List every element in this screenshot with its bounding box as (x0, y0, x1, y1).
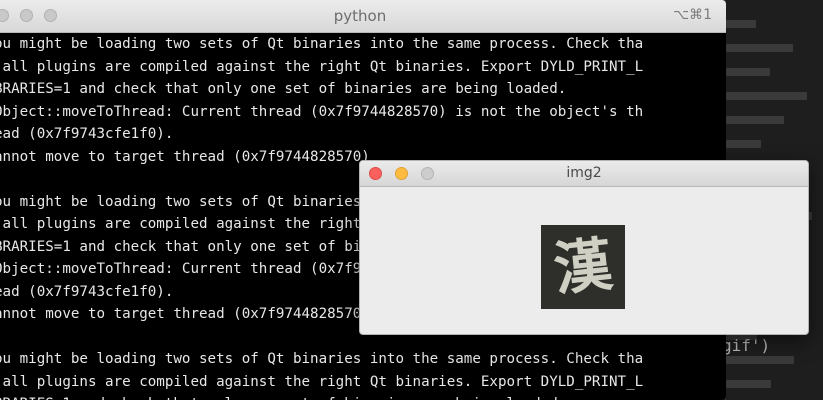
editor-line (726, 116, 784, 124)
terminal-line: ead (0x7f9743cfe1f0). (0, 126, 174, 142)
terminal-line: annot move to target thread (0x7f9744828… (0, 148, 370, 165)
terminal-line: BRARIES=1 and check that only one set of… (0, 396, 566, 400)
terminal-shortcut: ⌥⌘1 (672, 7, 712, 23)
editor-line (726, 356, 794, 364)
image-window-title: img2 (566, 165, 602, 181)
terminal-line: ead (0x7f9743cfe1f0). (0, 283, 174, 300)
background-code-text: gif') (722, 336, 771, 355)
editor-line (726, 140, 761, 148)
terminal-line: ou might be loading two sets of Qt binar… (0, 351, 644, 367)
editor-line (726, 44, 793, 52)
terminal-line: all plugins are compiled against the rig… (0, 373, 644, 390)
terminal-line: BRARIES=1 and check that only one set of… (0, 81, 567, 97)
editor-line (726, 68, 770, 76)
terminal-title: python (333, 7, 387, 25)
terminal-line: Object::moveToThread: Current thread (0x… (0, 103, 644, 120)
terminal-line: all plugins are compiled against the rig… (0, 58, 644, 75)
editor-line (726, 92, 807, 100)
editor-line (726, 380, 771, 388)
terminal-titlebar[interactable]: python ⌥⌘1 (0, 0, 726, 33)
character-image: 漢 (541, 225, 625, 309)
image-window[interactable]: img2 漢 (359, 160, 809, 335)
terminal-line: annot move to target thread (0x7f9744828… (0, 306, 370, 322)
image-window-titlebar[interactable]: img2 (360, 161, 808, 187)
editor-line (726, 20, 756, 28)
character-glyph: 漢 (550, 230, 616, 304)
terminal-line: ou might be loading two sets of Qt binar… (0, 36, 644, 52)
